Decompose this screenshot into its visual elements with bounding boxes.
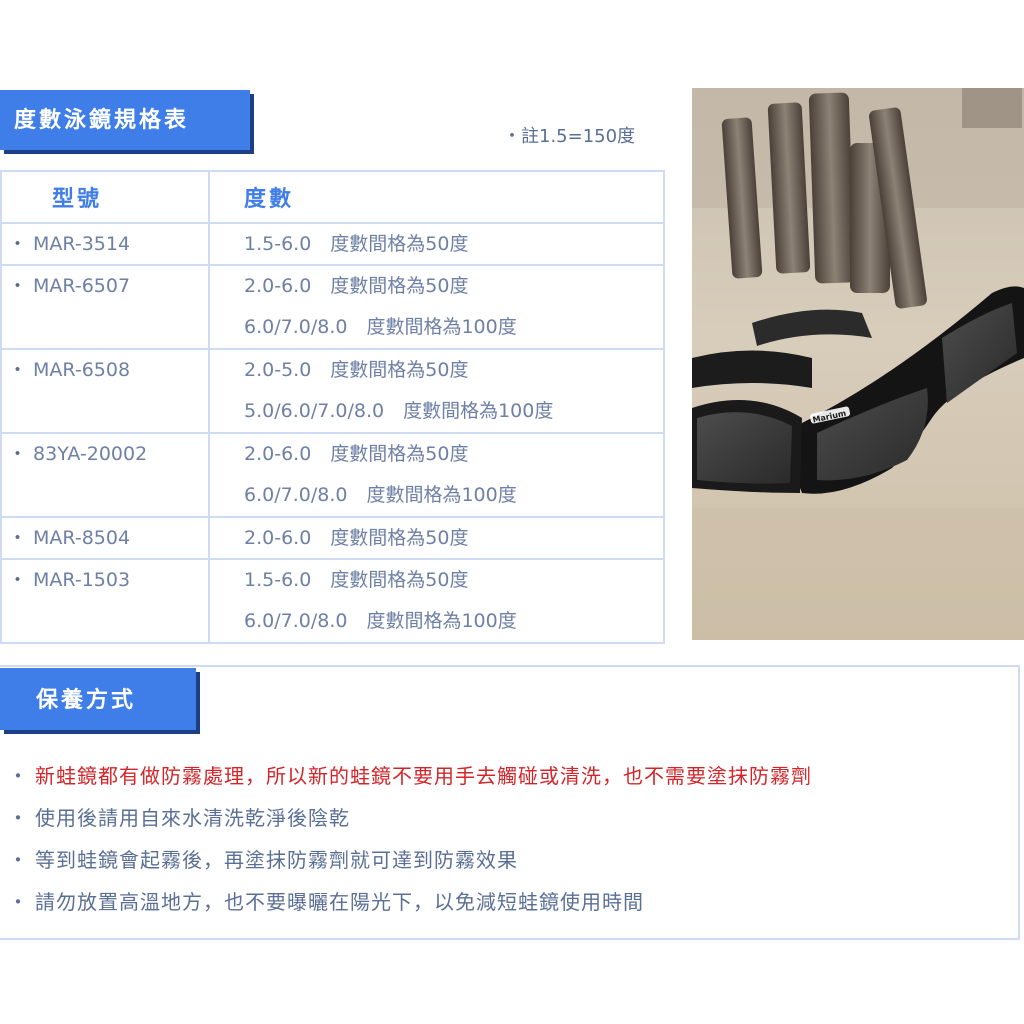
bullet-icon: ・ — [8, 569, 28, 591]
degree-range: 6.0/7.0/8.0 度數間格為100度 — [244, 610, 517, 632]
list-item: ・等到蛙鏡會起霧後，再塗抹防霧劑就可達到防霧效果 — [8, 839, 812, 881]
list-item: ・新蛙鏡都有做防霧處理，所以新的蛙鏡不要用手去觸碰或清洗，也不需要塗抹防霧劑 — [8, 755, 812, 797]
model-number: MAR-3514 — [33, 233, 131, 255]
model-number: MAR-8504 — [33, 527, 131, 549]
bullet-icon: ・ — [8, 359, 28, 381]
spec-title: 度數泳鏡規格表 — [14, 108, 190, 133]
degree-range: 2.0-5.0 度數間格為50度 — [244, 359, 469, 381]
bullet-icon: ・ — [8, 764, 29, 788]
bullet-icon: ・ — [8, 275, 28, 297]
model-number: MAR-6508 — [33, 359, 131, 381]
bullet-icon: ・ — [8, 527, 28, 549]
list-item: ・使用後請用自來水清洗乾淨後陰乾 — [8, 797, 812, 839]
table-row: ・ MAR-6507 2.0-6.0 度數間格為50度 6.0/7.0/8.0 度… — [0, 264, 665, 350]
spec-section-tab: 度數泳鏡規格表 — [0, 90, 250, 150]
degree-range: 6.0/7.0/8.0 度數間格為100度 — [244, 316, 517, 338]
list-item: ・請勿放置高溫地方，也不要曝曬在陽光下，以免減短蛙鏡使用時間 — [8, 881, 812, 923]
degree-range: 6.0/7.0/8.0 度數間格為100度 — [244, 484, 517, 506]
table-row: ・ 83YA-20002 2.0-6.0 度數間格為50度 6.0/7.0/8.0… — [0, 432, 665, 518]
model-number: MAR-6507 — [33, 275, 131, 297]
bullet-icon: ・ — [8, 233, 28, 255]
degree-range: 2.0-6.0 度數間格為50度 — [244, 527, 469, 549]
goggles-photo: Marium — [692, 88, 1024, 640]
table-row: ・ MAR-3514 1.5-6.0 度數間格為50度 — [0, 222, 665, 266]
table-row: ・ MAR-6508 2.0-5.0 度數間格為50度 5.0/6.0/7.0/8… — [0, 348, 665, 434]
spec-header-row: 型號 度數 — [0, 170, 665, 224]
bullet-icon: ・ — [8, 890, 29, 914]
degree-range: 1.5-6.0 度數間格為50度 — [244, 233, 469, 255]
care-text: 新蛙鏡都有做防霧處理，所以新的蛙鏡 — [35, 764, 392, 788]
model-number: MAR-1503 — [33, 569, 131, 591]
spec-table: 型號 度數 ・ MAR-3514 1.5-6.0 度數間格為50度 ・ MAR-65… — [0, 170, 665, 644]
bullet-icon: ・ — [8, 443, 28, 465]
spec-note: ・註1.5=150度 — [503, 126, 636, 147]
table-row: ・ MAR-8504 2.0-6.0 度數間格為50度 — [0, 516, 665, 560]
degree-range: 2.0-6.0 度數間格為50度 — [244, 443, 469, 465]
model-column-header: 型號 — [0, 170, 210, 224]
degree-range: 5.0/6.0/7.0/8.0 度數間格為100度 — [244, 400, 554, 422]
degree-range: 2.0-6.0 度數間格為50度 — [244, 275, 469, 297]
care-title: 保養方式 — [36, 688, 137, 713]
care-section-tab: 保養方式 — [0, 668, 196, 730]
care-warning-text: 不要用手去觸碰或清洗，也不需要塗抹防霧劑 — [392, 764, 812, 788]
care-text: 等到蛙鏡會起霧後，再塗抹防霧劑就可達到防霧效果 — [35, 848, 518, 872]
table-row: ・ MAR-1503 1.5-6.0 度數間格為50度 6.0/7.0/8.0 度… — [0, 558, 665, 644]
care-text: 使用後請用自來水清洗乾淨後陰乾 — [35, 806, 350, 830]
degree-range: 1.5-6.0 度數間格為50度 — [244, 569, 469, 591]
degree-column-header: 度數 — [208, 170, 665, 224]
care-list: ・新蛙鏡都有做防霧處理，所以新的蛙鏡不要用手去觸碰或清洗，也不需要塗抹防霧劑 ・… — [8, 755, 812, 923]
care-text: 請勿放置高溫地方，也不要曝曬在陽光下，以免減短蛙鏡使用時間 — [35, 890, 644, 914]
model-number: 83YA-20002 — [33, 443, 148, 465]
bullet-icon: ・ — [8, 848, 29, 872]
bullet-icon: ・ — [8, 806, 29, 830]
